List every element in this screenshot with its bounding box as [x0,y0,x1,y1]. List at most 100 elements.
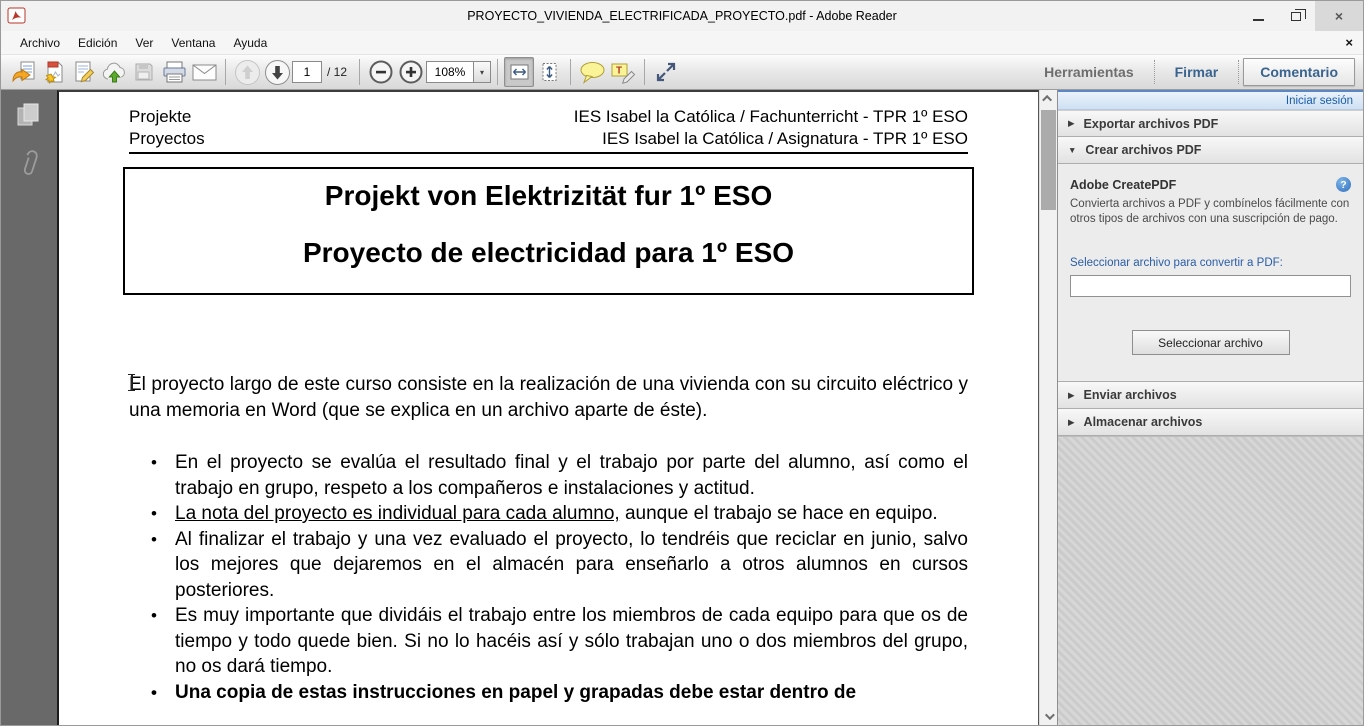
section-exportar-archivos-pdf[interactable]: ▶ Exportar archivos PDF [1058,110,1363,137]
fit-width-icon [510,64,529,80]
zoom-level-value[interactable]: 108% [426,61,475,83]
email-button[interactable] [189,57,219,87]
section-enviar-archivos[interactable]: ▶ Enviar archivos [1058,382,1363,409]
window-controls: × [1239,1,1363,31]
scroll-up-button[interactable] [1040,90,1057,107]
navigation-rail [1,90,57,725]
minimize-icon [1252,19,1264,21]
document-title-es: Proyecto de electricidad para 1º ESO [302,237,795,268]
create-pdf-description: Convierta archivos a PDF y combínelos fá… [1070,198,1350,225]
toolbar: / 12 108% ▾ T Herramientas Fir [1,54,1363,90]
panel-empty-area [1058,436,1363,725]
text-annotation-button[interactable]: T [608,57,638,87]
header-right-line2: IES Isabel la Católica / Asignatura - TP… [602,129,968,148]
tools-panel: Iniciar sesión ▶ Exportar archivos PDF ▼… [1057,90,1363,725]
chevron-down-icon: ▼ [1068,145,1077,155]
sign-document-icon [75,61,95,83]
close-icon: × [1334,8,1344,24]
chevron-down-icon [1044,710,1055,721]
comment-bubble-icon [580,62,605,84]
close-button[interactable]: × [1315,1,1363,31]
sign-in-strip: Iniciar sesión [1058,90,1363,110]
cloud-upload-button[interactable] [99,57,129,87]
fit-width-button[interactable] [504,57,535,87]
minimize-button[interactable] [1239,1,1277,31]
zoom-level-dropdown[interactable]: ▾ [474,61,492,83]
fit-page-icon [542,63,557,81]
select-file-label: Seleccionar archivo para convertir a PDF… [1070,257,1283,269]
menu-ventana[interactable]: Ventana [162,36,224,50]
save-button[interactable] [129,57,159,87]
file-to-convert-input[interactable] [1070,275,1351,297]
page-thumbnails-button[interactable] [15,102,43,129]
chevron-right-icon: ▶ [1068,389,1075,400]
pdf-page[interactable]: Projekte Proyectos IES Isabel la Católic… [57,90,1039,725]
create-pdf-title: Adobe CreatePDF [1070,177,1177,192]
panel-tabs: Herramientas Firmar Comentario [1028,55,1355,89]
sign-in-link[interactable]: Iniciar sesión [1286,95,1353,107]
close-document-button[interactable]: × [1345,35,1353,50]
list-item: Es muy importante que dividáis el trabaj… [145,603,968,680]
print-button[interactable] [159,57,189,87]
sign-document-button[interactable] [69,57,99,87]
toolbar-separator [644,59,646,85]
fullscreen-icon [656,62,676,82]
tab-comentario[interactable]: Comentario [1243,58,1355,86]
menu-ver[interactable]: Ver [126,36,162,50]
menu-ayuda[interactable]: Ayuda [224,36,276,50]
toolbar-separator [570,59,572,85]
attachments-icon [23,150,38,175]
page-number-input[interactable] [292,61,322,83]
tab-herramientas[interactable]: Herramientas [1028,58,1150,86]
page-count-label: / 12 [327,65,348,79]
next-page-icon [264,59,290,85]
restore-icon [1291,8,1306,21]
header-rule [129,152,968,154]
tab-firmar[interactable]: Firmar [1159,58,1235,86]
add-comment-button[interactable] [577,57,608,87]
scrollbar-thumb[interactable] [1041,110,1056,210]
create-pdf-button[interactable] [39,57,69,87]
menu-bar: Archivo Edición Ver Ventana Ayuda × [1,31,1363,54]
zoom-in-icon [399,60,423,84]
print-icon [163,61,185,83]
next-page-button[interactable] [262,57,292,87]
toolbar-separator [225,59,226,85]
section-almacenar-archivos[interactable]: ▶ Almacenar archivos [1058,409,1363,436]
section-crear-archivos-pdf[interactable]: ▼ Crear archivos PDF [1058,137,1363,164]
list-item: Al finalizar el trabajo y una vez evalua… [145,527,968,604]
tab-separator [1153,60,1155,84]
previous-page-icon [234,59,260,85]
attachments-button[interactable] [18,147,40,179]
zoom-out-button[interactable] [366,57,396,87]
open-button[interactable] [9,57,39,87]
list-item: La nota del proyecto es individual para … [145,501,968,527]
scroll-down-button[interactable] [1040,708,1057,725]
chevron-right-icon: ▶ [1068,118,1075,128]
header-left-line1: Projekte [129,107,192,126]
document-title-box: Projekt von Elektrizität fur 1º ESO Proy… [123,167,974,295]
vertical-scrollbar[interactable] [1039,90,1057,725]
title-bar: PROYECTO_VIVIENDA_ELECTRIFICADA_PROYECTO… [1,1,1363,31]
fit-page-button[interactable] [534,57,564,87]
fullscreen-button[interactable] [651,57,681,87]
page-thumbnails-icon [17,103,39,126]
select-file-button[interactable]: Seleccionar archivo [1131,330,1290,355]
create-pdf-icon [44,61,63,84]
text-cursor [128,374,135,391]
window-title: PROYECTO_VIVIENDA_ELECTRIFICADA_PROYECTO… [467,9,897,23]
adobe-reader-window: PROYECTO_VIVIENDA_ELECTRIFICADA_PROYECTO… [0,0,1364,726]
toolbar-separator [359,59,361,85]
text-annotation-icon: T [611,63,635,84]
previous-page-button[interactable] [232,57,262,87]
toolbar-separator [497,59,499,85]
menu-archivo[interactable]: Archivo [11,36,69,50]
restore-button[interactable] [1277,1,1315,31]
zoom-in-button[interactable] [396,57,426,87]
open-icon [11,61,34,83]
zoom-out-icon [369,60,393,84]
menu-edicion[interactable]: Edición [69,36,126,50]
list-item: Una copia de estas instrucciones en pape… [145,680,968,706]
chevron-down-icon: ▾ [480,67,485,77]
help-icon[interactable]: ? [1336,177,1351,192]
